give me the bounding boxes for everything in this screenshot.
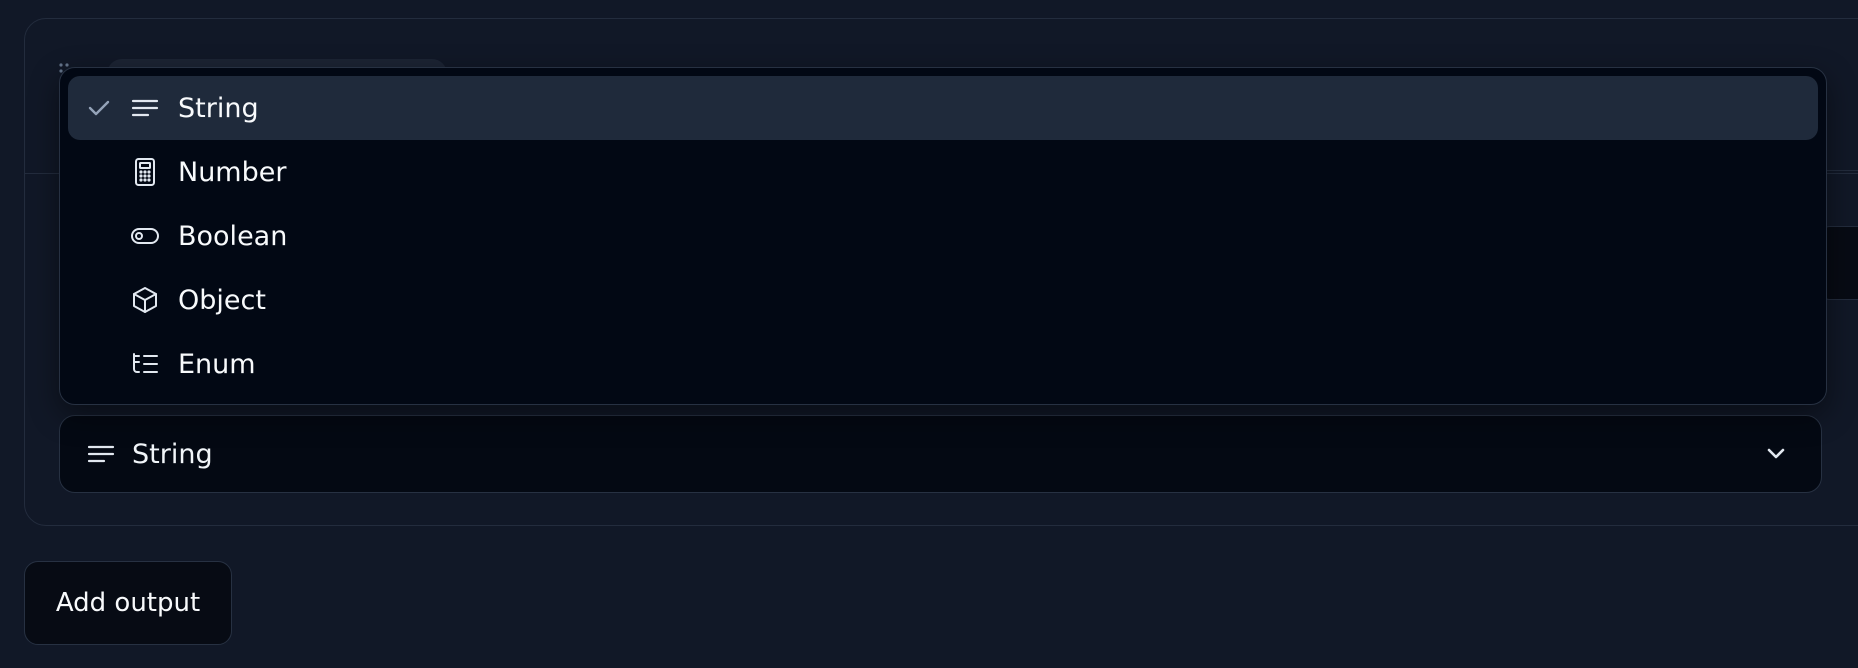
- menu-item-label: Number: [178, 156, 287, 188]
- menu-item-label: Enum: [178, 348, 256, 380]
- menu-item-string[interactable]: String: [68, 76, 1818, 140]
- menu-item-enum[interactable]: Enum: [68, 332, 1818, 396]
- lines-icon: [86, 439, 116, 469]
- lines-icon: [130, 93, 160, 123]
- menu-item-label: Object: [178, 284, 266, 316]
- type-select[interactable]: String: [59, 415, 1822, 493]
- calculator-icon: [130, 157, 160, 187]
- type-dropdown-menu: String Number Boolean Object Enum: [59, 67, 1827, 405]
- chevron-down-icon: [1763, 441, 1789, 467]
- menu-item-number[interactable]: Number: [68, 140, 1818, 204]
- menu-item-boolean[interactable]: Boolean: [68, 204, 1818, 268]
- add-output-button[interactable]: Add output: [24, 561, 232, 645]
- cube-icon: [130, 285, 160, 315]
- menu-item-object[interactable]: Object: [68, 268, 1818, 332]
- toggle-icon: [130, 221, 160, 251]
- list-tree-icon: [130, 349, 160, 379]
- page: String String Number Boolean Object Enum…: [0, 0, 1858, 668]
- check-icon: [68, 76, 130, 140]
- menu-item-label: Boolean: [178, 220, 288, 252]
- menu-item-label: String: [178, 92, 259, 124]
- type-select-value: String: [132, 438, 213, 470]
